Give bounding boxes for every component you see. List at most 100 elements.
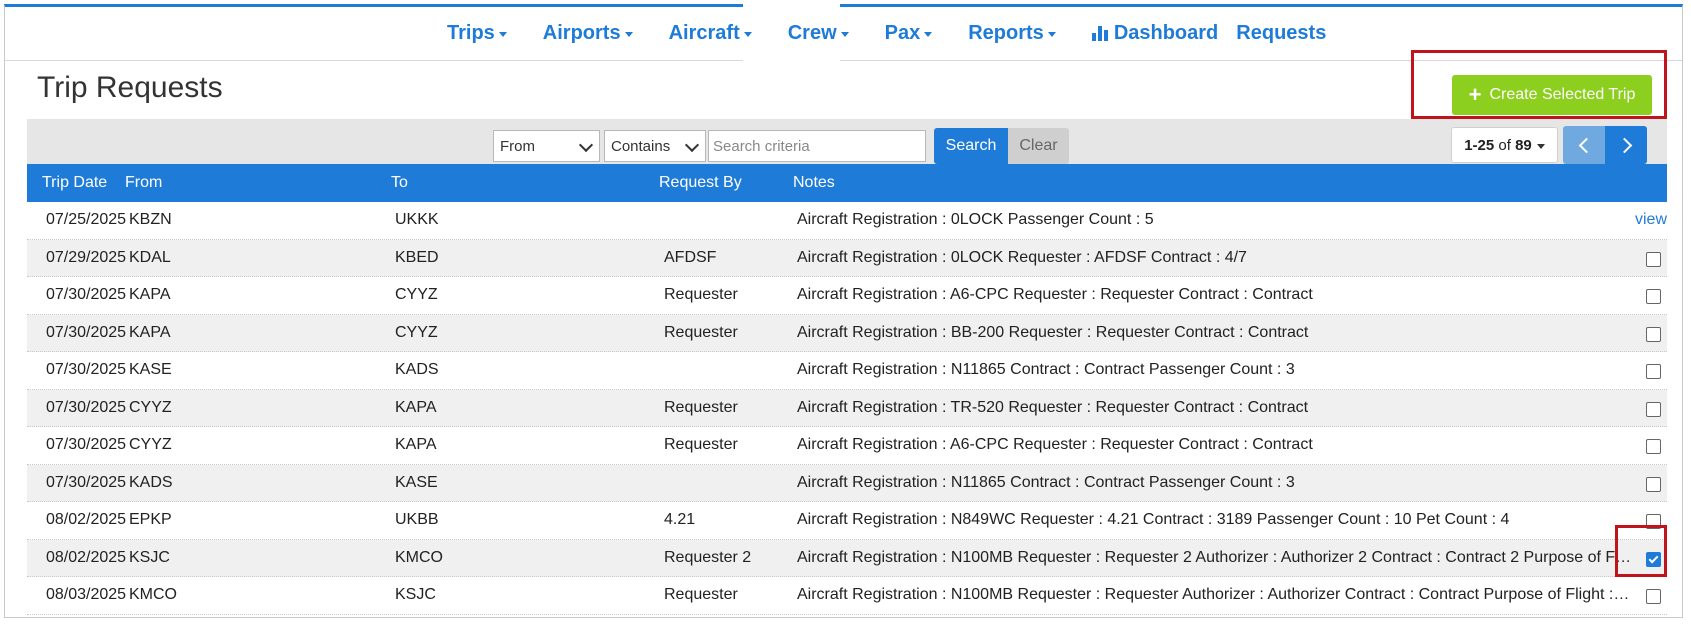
nav-crew-label: Crew — [787, 21, 837, 44]
caret-down-icon — [743, 32, 752, 37]
cell-request-by: Requester 2 — [664, 548, 752, 566]
cell-from: KASE — [129, 361, 172, 378]
row-select-checkbox[interactable] — [1646, 514, 1661, 529]
cell-notes: Aircraft Registration : A6-CPC Requester… — [797, 286, 1313, 303]
nav-trips-label: Trips — [447, 21, 495, 44]
table-row: 08/02/2025 KSJC KMCO Requester 2 Aircraft Re… — [27, 539, 1667, 577]
cell-from: KSJC — [129, 548, 170, 566]
caret-down-icon — [1047, 32, 1056, 37]
cell-trip-date: 08/02/2025 — [46, 511, 127, 528]
pager-of-label: of — [1498, 136, 1511, 154]
operator-select[interactable]: Contains — [604, 130, 706, 162]
header-from: From — [125, 174, 163, 191]
cell-notes: Aircraft Registration : N11865 Contract … — [797, 361, 1295, 378]
row-select-checkbox[interactable] — [1646, 589, 1661, 604]
next-page-button[interactable] — [1605, 126, 1647, 164]
search-input[interactable] — [708, 130, 926, 162]
nav-requests-label: Requests — [1236, 21, 1327, 44]
chevron-down-icon — [684, 137, 700, 153]
bar-chart-icon — [1091, 25, 1108, 41]
row-select-checkbox[interactable] — [1646, 476, 1661, 492]
row-select-checkbox[interactable] — [1646, 289, 1661, 304]
view-link[interactable]: view — [1635, 211, 1667, 229]
nav-pax[interactable]: Pax — [867, 7, 951, 59]
cell-notes: Aircraft Registration : A6-CPC Requester… — [797, 436, 1313, 453]
nav-airports[interactable]: Airports — [525, 7, 651, 59]
cell-to: KAPA — [395, 398, 437, 416]
search-button[interactable]: Search — [934, 128, 1008, 164]
chevron-right-icon — [1616, 137, 1632, 153]
pager-range: 1-25 — [1464, 136, 1495, 154]
table-row: 07/30/2025 KADS KASE Aircraft Registration … — [27, 464, 1667, 502]
chevron-down-icon — [578, 137, 594, 153]
table-row: 07/30/2025 CYYZ KAPA Requester Aircraft Regi… — [27, 389, 1667, 427]
nav-aircraft[interactable]: Aircraft — [651, 7, 770, 59]
cell-trip-date: 07/30/2025 — [46, 286, 127, 303]
cell-from: KMCO — [129, 586, 177, 603]
cell-trip-date: 07/30/2025 — [46, 323, 127, 341]
nav-reports-label: Reports — [968, 21, 1044, 44]
cell-trip-date: 07/30/2025 — [46, 361, 127, 378]
cell-trip-date: 08/03/2025 — [46, 586, 127, 603]
cell-request-by: Requester — [664, 398, 738, 416]
table-header: Trip Date From To Request By Notes — [27, 164, 1667, 202]
field-select-value: From — [500, 137, 535, 155]
cell-notes: Aircraft Registration : TR-520 Requester… — [797, 398, 1309, 416]
cell-from: KBZN — [129, 211, 172, 228]
pager-total: 89 — [1515, 136, 1532, 154]
cell-request-by: 4.21 — [664, 511, 696, 528]
cell-notes: Aircraft Registration : N11865 Contract … — [797, 473, 1295, 491]
chevron-left-icon — [1578, 137, 1594, 153]
table-row: 07/30/2025 KAPA CYYZ Requester Aircraft Regi… — [27, 277, 1667, 315]
create-button-label: Create Selected Trip — [1489, 86, 1636, 103]
nav-pax-label: Pax — [884, 21, 921, 44]
header-trip-date: Trip Date — [42, 174, 108, 191]
cell-trip-date: 07/30/2025 — [46, 473, 127, 491]
header-notes: Notes — [793, 174, 835, 191]
cell-from: CYYZ — [129, 436, 172, 453]
cell-notes: Aircraft Registration : 0LOCK Passenger … — [797, 211, 1154, 228]
top-nav: Trips Airports Aircraft Crew Pax Reports… — [5, 4, 1682, 63]
caret-down-icon — [840, 32, 849, 37]
table-row: 08/03/2025 KMCO KSJC Requester Aircraft Regi… — [27, 577, 1667, 615]
cell-trip-date: 07/30/2025 — [46, 398, 127, 416]
nav-trips[interactable]: Trips — [429, 7, 525, 59]
table-row: 07/30/2025 CYYZ KAPA Requester Aircraft Regi… — [27, 427, 1667, 465]
cell-to: UKKK — [395, 211, 439, 228]
row-select-checkbox[interactable] — [1646, 251, 1661, 267]
nav-dashboard-label: Dashboard — [1113, 21, 1219, 44]
previous-page-button[interactable] — [1563, 126, 1605, 164]
cell-trip-date: 08/02/2025 — [46, 548, 127, 566]
create-selected-trip-button[interactable]: + Create Selected Trip — [1452, 75, 1652, 115]
row-select-checkbox[interactable] — [1646, 364, 1661, 379]
cell-request-by: Requester — [664, 323, 738, 341]
row-select-checkbox[interactable] — [1646, 326, 1661, 342]
table-row: 07/29/2025 KDAL KBED AFDSF Aircraft Registra… — [27, 239, 1667, 277]
table-row: 07/25/2025 KBZN UKKK Aircraft Registration … — [27, 202, 1667, 240]
nav-dashboard[interactable]: Dashboard — [1074, 7, 1227, 59]
cell-to: KSJC — [395, 586, 436, 603]
nav-crew[interactable]: Crew — [770, 7, 867, 59]
cell-to: CYYZ — [395, 286, 438, 303]
cell-from: EPKP — [129, 511, 172, 528]
cell-to: KADS — [395, 361, 439, 378]
nav-airports-label: Airports — [542, 21, 621, 44]
header-to: To — [391, 174, 408, 191]
table-row: 07/30/2025 KAPA CYYZ Requester Aircraft Regi… — [27, 314, 1667, 352]
nav-aircraft-label: Aircraft — [668, 21, 740, 44]
cell-from: KADS — [129, 473, 173, 491]
table-row: 08/02/2025 EPKP UKBB 4.21 Aircraft Registrat… — [27, 502, 1667, 540]
nav-reports[interactable]: Reports — [950, 7, 1074, 59]
row-select-checkbox[interactable] — [1646, 551, 1661, 567]
caret-down-icon — [1536, 144, 1545, 149]
row-select-checkbox[interactable] — [1646, 401, 1661, 417]
clear-button[interactable]: Clear — [1008, 128, 1069, 164]
cell-trip-date: 07/25/2025 — [46, 211, 127, 228]
nav-requests[interactable]: Requests — [1227, 7, 1344, 59]
cell-trip-date: 07/30/2025 — [46, 436, 127, 453]
row-select-checkbox[interactable] — [1646, 439, 1661, 454]
table-row: 07/30/2025 KASE KADS Aircraft Registration … — [27, 352, 1667, 390]
filter-bar: From Contains Search Clear 1-25 of 89 — [27, 119, 1667, 164]
field-select[interactable]: From — [493, 130, 600, 162]
pager-dropdown[interactable]: 1-25 of 89 — [1451, 127, 1558, 163]
